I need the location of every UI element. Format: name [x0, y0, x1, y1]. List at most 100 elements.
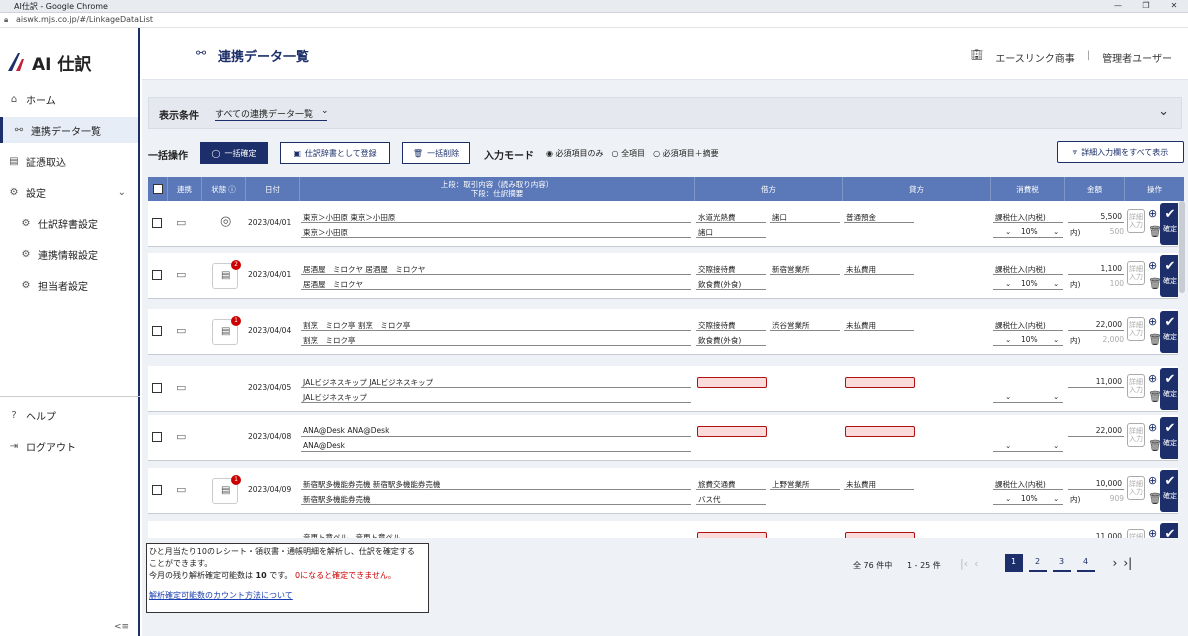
filter-select[interactable]: すべての連携データ一覧	[215, 107, 328, 121]
amount-field[interactable]: 22,000	[1068, 425, 1124, 437]
close-icon[interactable]: ✕	[1160, 0, 1188, 13]
radio-required-summary[interactable]: ○ 必須項目＋摘要	[653, 148, 719, 159]
credit-account-error[interactable]	[845, 426, 915, 437]
detail-input-button[interactable]: 詳細入力	[1127, 261, 1145, 285]
debit-sub[interactable]: 上野営業所	[770, 478, 840, 490]
desc-summary[interactable]: 割烹 ミロク亭	[301, 334, 691, 346]
sidebar-item-home[interactable]: ⌂ ホーム	[0, 86, 138, 112]
add-row-icon[interactable]: ⊕	[1148, 421, 1157, 434]
row-confirm-button[interactable]: ✔確定	[1160, 470, 1178, 512]
add-row-icon[interactable]: ⊕	[1148, 372, 1157, 385]
row-confirm-button[interactable]: ✔確定	[1160, 255, 1178, 297]
last-page-icon[interactable]: ›|	[1123, 556, 1132, 570]
desc-read[interactable]: 新宿駅多機能券売機 新宿駅多機能券売機	[301, 478, 691, 490]
credit-account-error[interactable]	[845, 532, 915, 538]
row-confirm-button[interactable]: ✔確定	[1160, 311, 1178, 353]
row-confirm-button[interactable]: ✔確定	[1160, 368, 1178, 410]
sidebar-item-import[interactable]: ▤ 証憑取込	[0, 148, 138, 174]
sidebar-item-staff[interactable]: ⚙ 担当者設定	[0, 272, 138, 298]
sidebar-item-dictionary[interactable]: ⚙ 仕訳辞書設定	[0, 210, 138, 236]
row-checkbox[interactable]	[152, 485, 162, 495]
bulk-delete-button[interactable]: 🗑︎ 一括削除	[402, 142, 470, 164]
show-all-details-button[interactable]: ⩔ 詳細入力欄をすべて表示	[1057, 141, 1184, 163]
page-3[interactable]: 3	[1052, 554, 1071, 572]
debit-sub[interactable]: 新宿営業所	[770, 263, 840, 275]
credit-account-error[interactable]	[845, 377, 915, 388]
add-row-icon[interactable]: ⊕	[1148, 474, 1157, 487]
company-name[interactable]: エースリンク商事	[995, 50, 1075, 65]
desc-read[interactable]: 割烹 ミロク亭 割烹 ミロク亭	[301, 319, 691, 331]
prev-page-icon[interactable]: ‹	[974, 557, 978, 570]
detail-input-button[interactable]: 詳細入力	[1127, 374, 1145, 398]
desc-read[interactable]: 音更ト章ペル 音更ト章ペル	[301, 531, 691, 538]
tax-category[interactable]: 課税仕入(内税)	[993, 319, 1063, 331]
receipt-thumbnail[interactable]: ▤ 1	[212, 475, 241, 504]
radio-required[interactable]: ◉ 必須項目のみ	[546, 148, 604, 159]
sidebar-collapse-icon[interactable]: <≡	[114, 622, 129, 632]
desc-read[interactable]: 東京＞小田原 東京＞小田原	[301, 211, 691, 223]
bulk-confirm-button[interactable]: ◯ 一括確定	[200, 142, 268, 164]
app-logo[interactable]: AI 仕訳	[8, 52, 91, 75]
row-checkbox[interactable]	[152, 432, 162, 442]
restore-icon[interactable]: ❐	[1132, 0, 1160, 13]
row-confirm-button[interactable]: ✔確定	[1160, 523, 1178, 538]
tax-category[interactable]: 課税仕入(内税)	[993, 211, 1063, 223]
sidebar-item-settings[interactable]: ⚙ 設定 ⌄	[0, 179, 138, 205]
debit-account[interactable]: 水道光熱費	[696, 211, 766, 223]
sidebar-item-linkage[interactable]: ⚯ 連携データ一覧	[0, 117, 138, 143]
tax-rate-select[interactable]: ⌄ 10% ⌄	[993, 226, 1063, 238]
radio-all[interactable]: ○ 全項目	[612, 148, 646, 159]
sidebar-item-help[interactable]: ? ヘルプ	[0, 402, 138, 428]
detail-input-button[interactable]: 詳細入力	[1127, 476, 1145, 500]
tax-rate-select[interactable]: ⌄ 10% ⌄	[993, 334, 1063, 346]
desc-summary[interactable]: 東京＞小田原	[301, 226, 691, 238]
tax-rate-select[interactable]: ⌄ 10% ⌄	[993, 278, 1063, 290]
debit-detail[interactable]: 飲食費(外食)	[696, 278, 766, 290]
row-confirm-button[interactable]: ✔確定	[1160, 417, 1178, 459]
detail-input-button[interactable]: 詳細入力	[1127, 529, 1145, 538]
count-method-link[interactable]: 解析確定可能数のカウント方法について	[149, 591, 293, 600]
address-bar[interactable]: 🔒︎ aiswk.mjs.co.jp/#/LinkageDataList	[0, 13, 1188, 28]
amount-field[interactable]: 22,000	[1068, 319, 1124, 331]
row-checkbox[interactable]	[152, 326, 162, 336]
page-2[interactable]: 2	[1028, 554, 1047, 572]
filter-bar[interactable]: 表示条件 すべての連携データ一覧 ⌄ ⌄	[148, 97, 1182, 129]
amount-field[interactable]: 1,100	[1068, 263, 1124, 275]
desc-read[interactable]: ANA@Desk ANA@Desk	[301, 425, 691, 437]
desc-summary[interactable]: 居酒屋 ミロクヤ	[301, 278, 691, 290]
desc-summary[interactable]: ANA@Desk	[301, 440, 691, 452]
debit-detail[interactable]: 諸口	[696, 226, 766, 238]
desc-read[interactable]: JALビジネスキップ JALビジネスキップ	[301, 376, 691, 388]
debit-account-error[interactable]	[697, 532, 767, 538]
select-all-checkbox[interactable]	[152, 184, 163, 194]
page-1[interactable]: 1	[1004, 554, 1023, 572]
desc-summary[interactable]: 新宿駅多機能券売機	[301, 493, 691, 505]
credit-account[interactable]: 未払費用	[844, 263, 914, 275]
register-dictionary-button[interactable]: ▣ 仕訳辞書として登録	[280, 142, 390, 164]
next-page-icon[interactable]: ›	[1113, 556, 1118, 570]
help-circle-icon[interactable]: ⓘ	[228, 185, 236, 194]
tax-category[interactable]: 課税仕入(内税)	[993, 263, 1063, 275]
row-confirm-button[interactable]: ✔確定	[1160, 203, 1178, 245]
amount-field[interactable]: 5,500	[1068, 211, 1124, 223]
debit-account[interactable]: 交際接待費	[696, 263, 766, 275]
add-row-icon[interactable]: ⊕	[1148, 315, 1157, 328]
tax-rate-select[interactable]: ⌄ ⌄	[993, 391, 1063, 403]
add-row-icon[interactable]: ⊕	[1148, 207, 1157, 220]
receipt-thumbnail[interactable]: ▤ 1	[212, 316, 241, 345]
first-page-icon[interactable]: |‹	[960, 557, 968, 570]
tax-rate-select[interactable]: ⌄ ⌄	[993, 440, 1063, 452]
debit-sub[interactable]: 諸口	[770, 211, 840, 223]
amount-field[interactable]: 11,000	[1068, 531, 1124, 538]
sidebar-item-linkage-settings[interactable]: ⚙ 連携情報設定	[0, 241, 138, 267]
detail-input-button[interactable]: 詳細入力	[1127, 209, 1145, 233]
credit-account[interactable]: 未払費用	[844, 319, 914, 331]
tax-rate-select[interactable]: ⌄ 10% ⌄	[993, 493, 1063, 505]
page-4[interactable]: 4	[1076, 554, 1095, 572]
credit-account[interactable]: 未払費用	[844, 478, 914, 490]
expand-filter-icon[interactable]: ⌄	[1158, 104, 1169, 119]
sidebar-item-logout[interactable]: ⇥ ログアウト	[0, 433, 138, 459]
row-checkbox[interactable]	[152, 218, 162, 228]
table-scrollbar[interactable]	[1179, 201, 1185, 293]
user-name[interactable]: 管理者ユーザー	[1102, 50, 1172, 65]
